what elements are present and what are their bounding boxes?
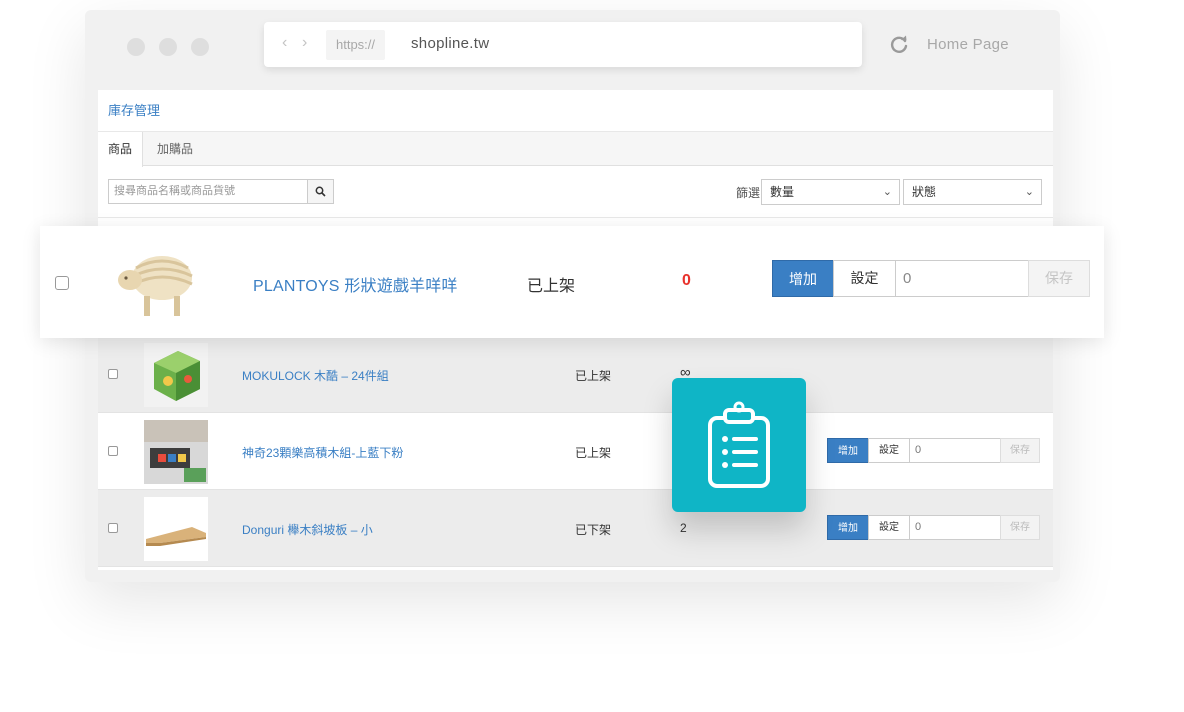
clipboard-badge bbox=[672, 378, 806, 512]
page-title: 庫存管理 bbox=[98, 90, 1053, 132]
chevron-down-icon: ⌄ bbox=[882, 186, 892, 198]
status-select[interactable]: 狀態 ⌄ bbox=[903, 179, 1042, 205]
product-status: 已上架 bbox=[527, 278, 576, 295]
product-thumbnail[interactable] bbox=[144, 343, 208, 407]
home-page-link[interactable]: Home Page bbox=[927, 36, 1009, 53]
chevron-right-icon[interactable]: › bbox=[302, 34, 307, 52]
toolbar: 搜尋商品名稱或商品貨號 篩選 數量 ⌄ 狀態 ⌄ bbox=[98, 166, 1053, 218]
set-button[interactable]: 設定 bbox=[868, 515, 910, 540]
search-input[interactable]: 搜尋商品名稱或商品貨號 bbox=[108, 179, 308, 204]
quantity-input[interactable]: 0 bbox=[909, 515, 1001, 540]
add-button[interactable]: 增加 bbox=[827, 515, 869, 540]
quantity-input[interactable]: 0 bbox=[909, 438, 1001, 463]
product-name-link[interactable]: MOKULOCK 木酷 – 24件組 bbox=[242, 367, 389, 384]
row-checkbox[interactable] bbox=[108, 523, 118, 533]
search-button[interactable] bbox=[307, 179, 334, 204]
address-bar[interactable]: ‹ › https:// shopline.tw bbox=[264, 22, 862, 67]
product-name-link[interactable]: Donguri 櫸木斜坡板 – 小 bbox=[242, 521, 373, 538]
add-button[interactable]: 增加 bbox=[827, 438, 869, 463]
product-status: 已下架 bbox=[575, 523, 612, 537]
url-domain[interactable]: shopline.tw bbox=[411, 35, 489, 52]
table-row: 神奇23顆樂高積木組-上藍下粉 已上架 增加 設定 0 保存 bbox=[98, 413, 1053, 490]
add-button[interactable]: 增加 bbox=[772, 260, 834, 297]
product-status: 已上架 bbox=[575, 369, 612, 383]
stage: ‹ › https:// shopline.tw Home Page 庫存管理 … bbox=[0, 0, 1184, 712]
product-quantity: 2 bbox=[680, 521, 687, 535]
set-button[interactable]: 設定 bbox=[833, 260, 896, 297]
filter-label: 篩選 bbox=[736, 186, 761, 200]
quantity-input[interactable]: 0 bbox=[895, 260, 1029, 297]
status-select-value: 狀態 bbox=[912, 185, 937, 199]
reload-icon[interactable] bbox=[888, 34, 910, 56]
window-dot-close[interactable] bbox=[127, 38, 145, 56]
highlighted-product-row: PLANTOYS 形狀遊戲羊咩咩 已上架 0 增加 設定 0 保存 bbox=[40, 226, 1104, 338]
tab-bar: 商品 加購品 bbox=[98, 132, 1053, 167]
product-status: 已上架 bbox=[575, 446, 612, 460]
window-dot-maximize[interactable] bbox=[191, 38, 209, 56]
product-name-link[interactable]: PLANTOYS 形狀遊戲羊咩咩 bbox=[253, 272, 458, 296]
table-row: Donguri 櫸木斜坡板 – 小 已下架 2 增加 設定 0 保存 bbox=[98, 490, 1053, 567]
save-button[interactable]: 保存 bbox=[1028, 260, 1090, 297]
tab-addon-products[interactable]: 加購品 bbox=[147, 132, 203, 166]
row-checkbox[interactable] bbox=[55, 276, 69, 290]
row-checkbox[interactable] bbox=[108, 369, 118, 379]
url-scheme: https:// bbox=[326, 30, 386, 60]
chevron-down-icon: ⌄ bbox=[1024, 186, 1034, 198]
table-row: MOKULOCK 木酷 – 24件組 已上架 ∞ bbox=[98, 336, 1053, 413]
chevron-left-icon[interactable]: ‹ bbox=[282, 34, 287, 52]
search-icon bbox=[315, 186, 326, 197]
save-button[interactable]: 保存 bbox=[1000, 515, 1040, 540]
tab-products[interactable]: 商品 bbox=[98, 132, 143, 167]
product-name-link[interactable]: 神奇23顆樂高積木組-上藍下粉 bbox=[242, 444, 403, 461]
product-thumbnail[interactable] bbox=[144, 497, 208, 561]
clipboard-list-icon bbox=[708, 401, 770, 488]
set-button[interactable]: 設定 bbox=[868, 438, 910, 463]
quantity-select-value: 數量 bbox=[770, 185, 795, 199]
product-thumbnail[interactable] bbox=[114, 246, 200, 320]
window-dot-minimize[interactable] bbox=[159, 38, 177, 56]
quantity-select[interactable]: 數量 ⌄ bbox=[761, 179, 900, 205]
row-checkbox[interactable] bbox=[108, 446, 118, 456]
product-thumbnail[interactable] bbox=[144, 420, 208, 484]
save-button[interactable]: 保存 bbox=[1000, 438, 1040, 463]
product-quantity: 0 bbox=[682, 272, 691, 289]
